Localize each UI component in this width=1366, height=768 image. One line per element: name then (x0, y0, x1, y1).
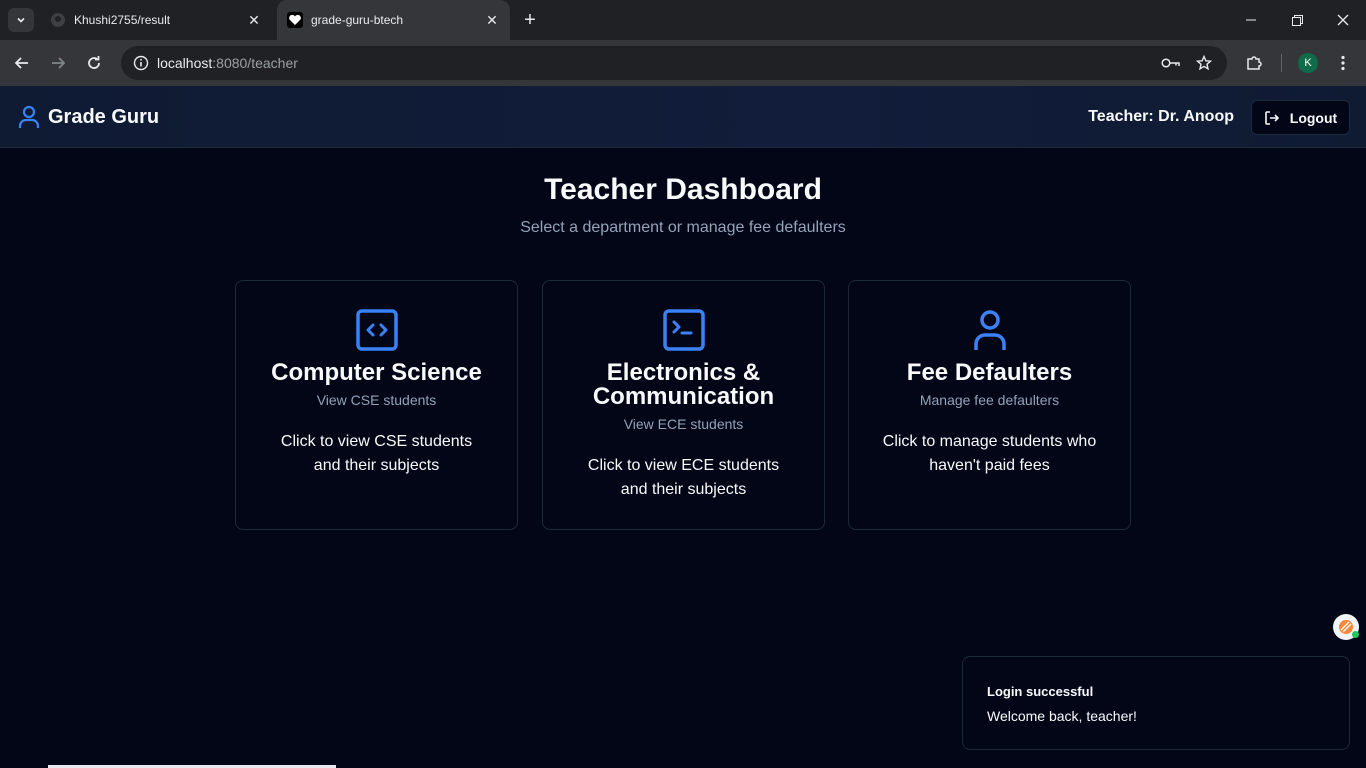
toast-title: Login successful (987, 684, 1094, 699)
chevron-down-icon (17, 17, 25, 23)
arrow-right-icon (52, 57, 66, 69)
tab-title: grade-guru-btech (311, 13, 404, 27)
card-title: Electronics & Communication (592, 359, 775, 410)
app-name: Grade Guru (48, 105, 160, 128)
reload-icon (88, 56, 100, 69)
minimize-icon (1246, 19, 1256, 21)
restore-button[interactable] (1274, 0, 1320, 40)
user-icon (973, 310, 1006, 350)
brand[interactable]: Grade Guru (18, 105, 159, 129)
card-title: Computer Science (271, 359, 482, 386)
close-icon[interactable]: ✕ (244, 10, 264, 30)
forward-button[interactable] (46, 51, 70, 75)
arrow-left-icon (14, 57, 28, 69)
logout-button[interactable]: Logout (1251, 100, 1350, 135)
url-text: localhost:8080/teacher (157, 55, 298, 71)
online-status-dot (1352, 631, 1359, 638)
page-subtitle: Select a department or manage fee defaul… (520, 219, 846, 236)
toast-message: Welcome back, teacher! (987, 708, 1137, 724)
logout-label: Logout (1289, 109, 1338, 126)
browser-tab-grade-guru[interactable]: grade-guru-btech ✕ (277, 0, 510, 40)
github-icon (50, 12, 66, 28)
browser-tab-result[interactable]: Khushi2755/result ✕ (40, 0, 272, 40)
url-path: :8080/teacher (212, 55, 298, 71)
assistant-widget-button[interactable] (1333, 614, 1359, 640)
bookmark-star-icon[interactable] (1194, 53, 1214, 73)
card-title: Fee Defaulters (906, 359, 1073, 386)
toolbar-divider (1281, 54, 1282, 72)
logout-icon (1264, 110, 1279, 125)
close-icon[interactable]: ✕ (482, 10, 502, 30)
heart-icon (287, 12, 303, 28)
card-electronics-communication[interactable]: Electronics & Communication View ECE stu… (542, 280, 825, 530)
tab-title: Khushi2755/result (74, 13, 171, 27)
card-subtitle: Manage fee defaulters (919, 392, 1060, 408)
card-subtitle: View CSE students (316, 392, 437, 408)
reload-button[interactable] (82, 51, 106, 75)
user-icon (18, 105, 40, 128)
card-description: Click to view ECE students and their sub… (587, 457, 780, 498)
new-tab-button[interactable]: + (518, 8, 542, 32)
extensions-button[interactable] (1242, 51, 1266, 75)
profile-avatar[interactable]: K (1298, 53, 1318, 73)
code-icon (355, 309, 398, 351)
terminal-icon (662, 309, 705, 351)
site-info-icon[interactable] (127, 49, 155, 77)
url-host: localhost (157, 55, 213, 71)
browser-tab-bar: Khushi2755/result ✕ grade-guru-btech ✕ + (0, 0, 1366, 40)
browser-menu-button[interactable] (1331, 51, 1355, 75)
address-bar[interactable]: localhost:8080/teacher (121, 46, 1227, 80)
password-key-icon[interactable] (1161, 53, 1181, 73)
restore-icon (1291, 14, 1303, 26)
minimize-button[interactable] (1228, 0, 1274, 40)
back-button[interactable] (10, 51, 34, 75)
card-description: Click to view CSE students and their sub… (280, 433, 473, 474)
close-window-button[interactable] (1320, 0, 1366, 40)
toast-notification[interactable]: Login successful Welcome back, teacher! (962, 656, 1350, 750)
card-description: Click to manage students who haven't pai… (882, 433, 1097, 474)
teacher-name: Teacher: Dr. Anoop (1088, 108, 1234, 125)
page-title: Teacher Dashboard (544, 173, 822, 206)
puzzle-icon (1247, 56, 1262, 70)
tab-search-button[interactable] (8, 8, 34, 32)
close-icon (1337, 14, 1349, 26)
kebab-menu-icon (1341, 55, 1345, 71)
card-computer-science[interactable]: Computer Science View CSE students Click… (235, 280, 518, 530)
app-header: Grade Guru Teacher: Dr. Anoop Logout (0, 86, 1366, 148)
browser-toolbar: localhost:8080/teacher K (0, 40, 1366, 86)
card-fee-defaulters[interactable]: Fee Defaulters Manage fee defaulters Cli… (848, 280, 1131, 530)
card-subtitle: View ECE students (623, 416, 744, 432)
